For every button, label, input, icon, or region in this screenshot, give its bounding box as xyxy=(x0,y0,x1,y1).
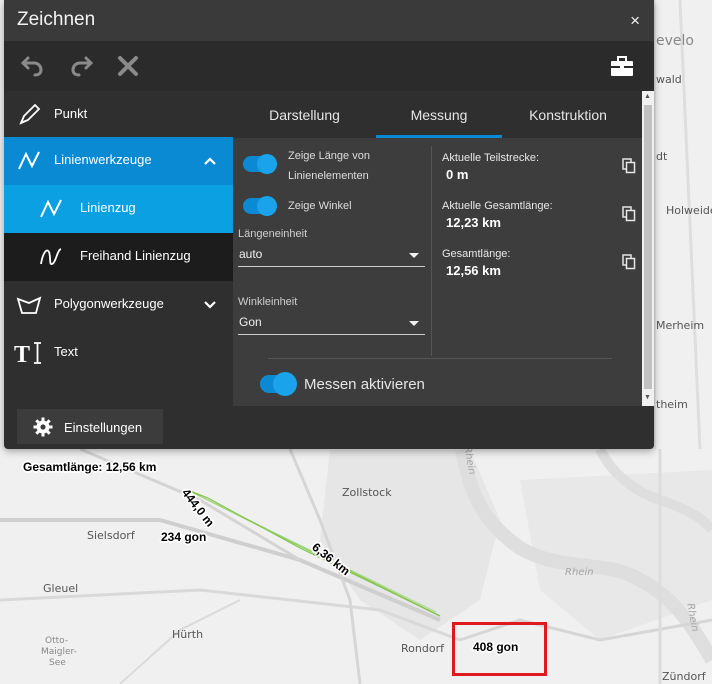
map-river-label: Rhein xyxy=(565,567,594,578)
show-length-label: Linienelementen xyxy=(288,170,369,182)
panel-title: Zeichnen xyxy=(17,9,96,30)
map-edge-label: evelo xyxy=(656,33,694,49)
sidebar-item-punkt[interactable]: Punkt xyxy=(4,91,233,139)
tool-sidebar: Punkt Linienwerkzeuge Linienzug Freihand… xyxy=(4,91,233,406)
total-length-annotation: Gesamtlänge: 12,56 km xyxy=(23,460,157,474)
measurement-label: Gesamtlänge: xyxy=(442,248,511,260)
angle-unit-value: Gon xyxy=(239,315,262,329)
map-lake-label: Otto- xyxy=(45,636,69,646)
length-unit-select[interactable]: auto xyxy=(238,243,425,267)
divider xyxy=(268,358,612,359)
draw-panel: Zeichnen × Punkt Linienwerkzeuge Linienz… xyxy=(4,0,654,449)
tab-bar: Darstellung Messung Konstruktion xyxy=(233,91,642,138)
chevron-down-icon xyxy=(203,298,217,312)
measure-toggle[interactable] xyxy=(260,372,297,396)
measurement-value: 12,23 km xyxy=(446,215,501,230)
close-button[interactable]: × xyxy=(630,11,640,31)
sidebar-item-label: Freihand Linienzug xyxy=(80,248,191,263)
map-lake-label: Maigler- xyxy=(41,647,77,657)
redo-icon[interactable] xyxy=(68,53,94,79)
show-length-label: Zeige Länge von xyxy=(288,150,370,162)
scrollbar[interactable]: ▲ ▼ xyxy=(642,91,654,406)
tab-messung[interactable]: Messung xyxy=(376,107,502,123)
sidebar-item-label: Polygonwerkzeuge xyxy=(54,296,164,311)
measurement-label: Aktuelle Gesamtlänge: xyxy=(442,200,553,212)
map-place-label: Rondorf xyxy=(401,642,444,655)
sidebar-item-freihand[interactable]: Freihand Linienzug xyxy=(4,233,233,281)
tab-darstellung[interactable]: Darstellung xyxy=(233,107,376,123)
copy-icon[interactable] xyxy=(622,158,636,174)
show-length-toggle[interactable] xyxy=(243,154,277,174)
map-place-label: Sielsdorf xyxy=(87,529,135,542)
angle-unit-select[interactable]: Gon xyxy=(238,311,425,335)
map-edge-label: wald xyxy=(656,73,682,86)
sidebar-item-label: Punkt xyxy=(54,106,88,121)
sidebar-item-linienwerkzeuge[interactable]: Linienwerkzeuge xyxy=(4,137,233,185)
scroll-down-icon[interactable]: ▼ xyxy=(644,394,651,401)
sidebar-item-label: Text xyxy=(54,344,78,359)
sidebar-item-linienzug[interactable]: Linienzug xyxy=(4,185,233,233)
highlight-box xyxy=(452,622,547,676)
map-place-label: Hürth xyxy=(172,628,204,641)
settings-label: Einstellungen xyxy=(64,420,143,435)
copy-icon[interactable] xyxy=(622,206,636,222)
text-icon: T xyxy=(14,340,41,368)
map-place-label: Gleuel xyxy=(43,582,79,595)
map-place-label: Holweide xyxy=(666,204,712,217)
tab-konstruktion[interactable]: Konstruktion xyxy=(502,107,634,123)
line-icon xyxy=(16,148,42,174)
scroll-up-icon[interactable]: ▲ xyxy=(644,93,651,100)
panel-titlebar: Zeichnen × xyxy=(4,0,654,41)
show-angle-toggle[interactable] xyxy=(243,196,277,216)
toolbox-icon[interactable] xyxy=(609,53,635,79)
polygon-icon xyxy=(16,292,42,318)
sidebar-item-polygonwerkzeuge[interactable]: Polygonwerkzeuge xyxy=(4,281,233,329)
undo-icon[interactable] xyxy=(20,53,46,79)
polyline-icon xyxy=(38,196,64,222)
gear-icon xyxy=(33,417,53,437)
settings-button[interactable]: Einstellungen xyxy=(17,409,163,444)
map-place-label: Zollstock xyxy=(342,486,392,499)
sidebar-item-label: Linienwerkzeuge xyxy=(54,152,152,167)
angle-unit-label: Winkleinheit xyxy=(238,296,298,308)
show-angle-label: Zeige Winkel xyxy=(288,200,352,212)
tab-content: Darstellung Messung Konstruktion Zeige L… xyxy=(233,91,654,406)
map-lake-label: See xyxy=(49,658,66,668)
copy-icon[interactable] xyxy=(622,254,636,270)
map-place-label: Zündorf xyxy=(662,670,706,683)
length-unit-label: Längeneinheit xyxy=(238,228,308,240)
freehand-icon xyxy=(38,244,64,270)
measurement-value: 0 m xyxy=(446,167,469,182)
length-unit-value: auto xyxy=(239,247,263,261)
angle-annotation: 234 gon xyxy=(161,530,207,544)
sidebar-item-label: Linienzug xyxy=(80,200,136,215)
sidebar-item-text[interactable]: T Text xyxy=(4,329,233,377)
panel-toolbar xyxy=(4,41,654,91)
dropdown-arrow-icon xyxy=(409,321,419,326)
delete-icon[interactable] xyxy=(115,53,141,79)
pencil-icon xyxy=(16,102,42,128)
scrollbar-thumb[interactable] xyxy=(644,105,652,389)
active-tab-indicator xyxy=(376,135,502,138)
measurement-label: Aktuelle Teilstrecke: xyxy=(442,152,540,164)
map-place-label: Merheim xyxy=(656,319,705,332)
map-edge-label: theim xyxy=(656,398,688,411)
svg-text:T: T xyxy=(14,342,30,366)
chevron-up-icon xyxy=(203,154,217,168)
measurement-value: 12,56 km xyxy=(446,263,501,278)
map-edge-label: dt xyxy=(656,150,668,163)
dropdown-arrow-icon xyxy=(409,253,419,258)
measure-toggle-label: Messen aktivieren xyxy=(304,376,425,393)
divider xyxy=(431,146,432,356)
